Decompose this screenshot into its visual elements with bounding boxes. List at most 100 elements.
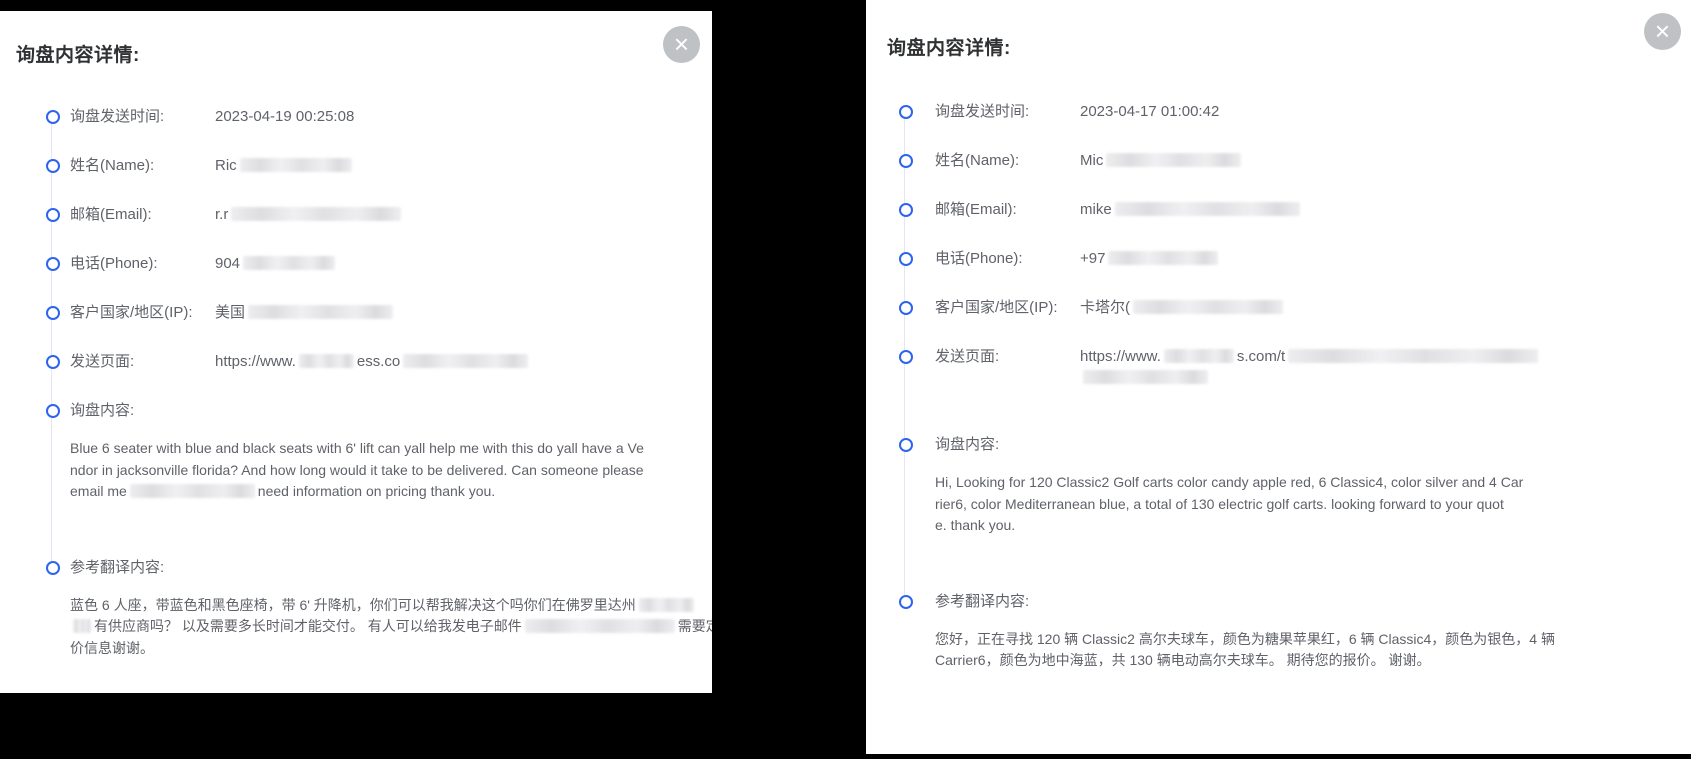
field-row: 参考翻译内容: 蓝色 6 人座，带蓝色和黑色座椅，带 6' 升降机，你们可以帮我解… bbox=[46, 557, 712, 686]
text-segment: Ric bbox=[215, 157, 237, 174]
text-line: 美国 bbox=[215, 302, 712, 323]
field-row: 客户国家/地区(IP): 美国 bbox=[46, 302, 712, 357]
field-row: 询盘内容: Hi, Looking for 120 Classic2 Golf c… bbox=[899, 434, 1691, 596]
text-segment: +97 bbox=[1080, 250, 1106, 267]
field-row: 发送页面: https://www. s.com/t bbox=[899, 346, 1691, 440]
text-line: 卡塔尔( bbox=[1080, 297, 1691, 318]
timeline-bullet-icon bbox=[899, 252, 913, 266]
timeline-bullet-icon bbox=[899, 203, 913, 217]
text-line: ndor in jacksonville florida? And how lo… bbox=[70, 460, 712, 482]
timeline: 询盘发送时间: 2023-04-19 00:25:08 姓名(Name): Ric 邮箱… bbox=[0, 106, 712, 685]
field-label: 发送页面: bbox=[70, 353, 135, 370]
redacted-text bbox=[1133, 300, 1283, 314]
text-line: Hi, Looking for 120 Classic2 Golf carts … bbox=[935, 472, 1691, 494]
field-label: 电话(Phone): bbox=[70, 255, 158, 272]
text-segment: Carrier6，颜色为地中海蓝，共 130 辆电动高尔夫球车。 期待您的报价。… bbox=[935, 652, 1431, 668]
text-line: 2023-04-17 01:00:42 bbox=[1080, 101, 1691, 122]
text-segment: https://www. bbox=[1080, 348, 1161, 365]
text-line: Ric bbox=[215, 155, 712, 176]
text-line: email me need information on pricing than… bbox=[70, 481, 712, 503]
field-row: 姓名(Name): Ric bbox=[46, 155, 712, 210]
redacted-text bbox=[243, 256, 336, 270]
field-value: 2023-04-17 01:00:42 bbox=[1080, 101, 1691, 122]
close-button[interactable]: × bbox=[1644, 13, 1681, 50]
redacted-text bbox=[1108, 251, 1219, 265]
text-line: https://www. ess.co bbox=[215, 351, 712, 372]
text-line: +97 bbox=[1080, 248, 1691, 269]
text-segment: need information on pricing thank you. bbox=[257, 483, 496, 499]
timeline-bullet-icon bbox=[46, 306, 60, 320]
redacted-text bbox=[1288, 349, 1539, 363]
field-label: 询盘发送时间: bbox=[935, 103, 1030, 120]
field-row: 发送页面: https://www. ess.co bbox=[46, 351, 712, 406]
field-label: 询盘内容: bbox=[70, 402, 135, 419]
redacted-text bbox=[1106, 153, 1242, 167]
redacted-text bbox=[403, 354, 529, 368]
text-segment: mike bbox=[1080, 201, 1112, 218]
timeline-bullet-icon bbox=[46, 404, 60, 418]
timeline-bullet-icon bbox=[46, 560, 60, 575]
text-segment: https://www. bbox=[215, 353, 296, 370]
text-segment: s.com/t bbox=[1236, 348, 1286, 365]
field-row: 电话(Phone): +97 bbox=[899, 248, 1691, 303]
screen-background: { "colors":{ "background":"#000000", "pa… bbox=[0, 0, 1691, 759]
field-value: 2023-04-19 00:25:08 bbox=[215, 106, 712, 127]
text-line: 2023-04-19 00:25:08 bbox=[215, 106, 712, 127]
text-line: 价信息谢谢。 bbox=[70, 638, 712, 660]
field-label: 电话(Phone): bbox=[935, 250, 1023, 267]
text-line: 有供应商吗？ 以及需要多长时间才能交付。 有人可以给我发电子邮件 需要定 bbox=[70, 616, 712, 638]
redacted-text bbox=[248, 305, 394, 319]
field-value: Mic bbox=[1080, 150, 1691, 171]
timeline-bullet-icon bbox=[899, 154, 913, 168]
timeline-bullet-icon bbox=[46, 257, 60, 271]
text-segment: 需要定 bbox=[677, 618, 712, 634]
field-value: r.r bbox=[215, 204, 712, 225]
text-line bbox=[1080, 367, 1691, 388]
field-paragraph: 您好，正在寻找 120 辆 Classic2 高尔夫球车，颜色为糖果苹果红，6 … bbox=[935, 629, 1691, 672]
field-label: 询盘内容: bbox=[935, 436, 1000, 453]
field-paragraph: Hi, Looking for 120 Classic2 Golf carts … bbox=[935, 472, 1691, 537]
field-value: https://www. s.com/t bbox=[1080, 346, 1691, 388]
field-value: mike bbox=[1080, 199, 1691, 220]
timeline-bullet-icon bbox=[899, 301, 913, 315]
timeline-bullet-icon bbox=[899, 350, 913, 364]
text-segment: 价信息谢谢。 bbox=[70, 639, 154, 656]
field-label: 询盘发送时间: bbox=[70, 108, 165, 125]
field-value: https://www. ess.co bbox=[215, 351, 712, 372]
timeline-bullet-icon bbox=[46, 110, 60, 124]
redacted-text bbox=[239, 158, 352, 172]
redacted-text bbox=[298, 354, 354, 368]
field-row: 客户国家/地区(IP): 卡塔尔( bbox=[899, 297, 1691, 352]
timeline: 询盘发送时间: 2023-04-17 01:00:42 姓名(Name): Mic 邮箱… bbox=[866, 101, 1691, 698]
text-segment: 蓝色 6 人座，带蓝色和黑色座椅，带 6' 升降机，你们可以帮我解决这个吗你们在… bbox=[70, 596, 636, 613]
field-value: +97 bbox=[1080, 248, 1691, 269]
redacted-text bbox=[231, 207, 402, 221]
text-line: e. thank you. bbox=[935, 515, 1691, 537]
text-line: 您好，正在寻找 120 辆 Classic2 高尔夫球车，颜色为糖果苹果红，6 … bbox=[935, 629, 1691, 651]
field-value: 美国 bbox=[215, 302, 712, 323]
field-row: 姓名(Name): Mic bbox=[899, 150, 1691, 205]
field-label: 参考翻译内容: bbox=[70, 558, 165, 576]
redacted-text bbox=[73, 619, 91, 633]
field-label: 参考翻译内容: bbox=[935, 592, 1030, 610]
text-segment: 2023-04-19 00:25:08 bbox=[215, 108, 355, 125]
field-label: 客户国家/地区(IP): bbox=[70, 304, 193, 321]
redacted-text bbox=[638, 597, 694, 612]
text-segment: r.r bbox=[215, 206, 229, 223]
field-value: Ric bbox=[215, 155, 712, 176]
close-icon: × bbox=[1654, 15, 1671, 46]
field-value: 卡塔尔( bbox=[1080, 297, 1691, 318]
field-label: 姓名(Name): bbox=[70, 157, 155, 174]
field-label: 客户国家/地区(IP): bbox=[935, 299, 1058, 316]
text-line: https://www. s.com/t bbox=[1080, 346, 1691, 367]
text-segment: e. thank you. bbox=[935, 517, 1016, 533]
redacted-text bbox=[1114, 202, 1300, 216]
text-line: rier6, color Mediterranean blue, a total… bbox=[935, 494, 1691, 516]
text-segment: Mic bbox=[1080, 152, 1104, 169]
inquiry-detail-modal-left: 询盘内容详情: × 询盘发送时间: 2023-04-19 00:25:08 姓名(N… bbox=[0, 11, 712, 693]
close-button[interactable]: × bbox=[663, 26, 700, 63]
field-row: 询盘发送时间: 2023-04-17 01:00:42 bbox=[899, 101, 1691, 156]
text-segment: rier6, color Mediterranean blue, a total… bbox=[935, 495, 1504, 512]
redacted-text bbox=[524, 619, 675, 633]
timeline-bullet-icon bbox=[46, 208, 60, 222]
